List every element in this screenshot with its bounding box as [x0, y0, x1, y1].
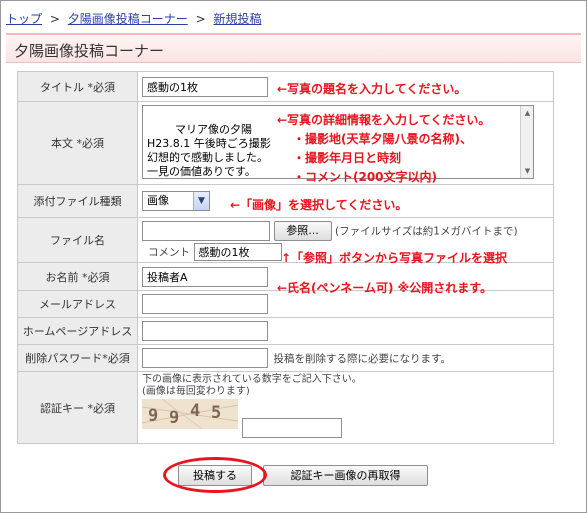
page-title: 夕陽画像投稿コーナー: [14, 42, 165, 60]
email-input[interactable]: [142, 294, 268, 314]
breadcrumb: トップ > 夕陽画像投稿コーナー > 新規投稿: [6, 10, 261, 27]
file-path-input[interactable]: [142, 221, 270, 241]
body-scrollbar[interactable]: ▲ ▼: [520, 106, 533, 178]
captcha-digit: 9: [169, 408, 180, 428]
homepage-cell: [137, 317, 554, 345]
file-size-note: (ファイルサイズは約1メガバイトまで): [335, 225, 518, 238]
file-name-label: ファイル名: [17, 217, 138, 263]
title-bar: 夕陽画像投稿コーナー: [6, 33, 581, 63]
chevron-down-icon[interactable]: ▼: [193, 192, 209, 210]
title-input[interactable]: [142, 76, 268, 97]
name-input[interactable]: [142, 266, 268, 287]
refresh-captcha-button[interactable]: 認証キー画像の再取得: [263, 465, 428, 486]
body-annotation-item: ・コメント(200文字以内): [293, 170, 438, 184]
delete-password-cell: 投稿を削除する際に必要になります。: [137, 344, 554, 372]
comment-input[interactable]: [193, 243, 282, 261]
file-row: 参照... (ファイルサイズは約1メガバイトまで): [142, 221, 518, 241]
auth-key-cell: 下の画像に表示されている数字をご記入下さい。 (画像は毎回変わります) 9 9 …: [137, 371, 554, 444]
comment-label: コメント: [148, 246, 190, 259]
title-label: タイトル *必須: [17, 71, 138, 102]
email-label: メールアドレス: [17, 290, 138, 318]
attachment-type-select[interactable]: 画像 ▼: [142, 191, 210, 211]
delete-password-label: 削除パスワード*必須: [17, 344, 138, 372]
captcha-digit: 9: [148, 406, 159, 426]
breadcrumb-separator: >: [195, 12, 206, 26]
body-text: マリア像の夕陽 H23.8.1 午後時ごろ撮影 幻想的で感動しました。 一見の価…: [147, 123, 271, 178]
captcha-image: 9 9 4 5: [142, 399, 238, 429]
attachment-type-selected: 画像: [147, 194, 169, 207]
auth-instruction-line1: 下の画像に表示されている数字をご記入下さい。: [142, 374, 362, 385]
comment-row: コメント: [148, 243, 282, 261]
browse-annotation: ↑「参照」ボタンから写真ファイルを選択: [281, 251, 508, 265]
auth-key-input[interactable]: [242, 418, 342, 438]
breadcrumb-corner-link[interactable]: 夕陽画像投稿コーナー: [68, 12, 188, 26]
title-annotation: ←写真の題名を入力してください。: [277, 82, 467, 96]
submit-highlight-circle: [163, 457, 267, 493]
name-label: お名前 *必須: [17, 262, 138, 291]
attachment-type-label: 添付ファイル種類: [17, 184, 138, 218]
browse-button[interactable]: 参照...: [273, 221, 332, 241]
delete-password-note: 投稿を削除する際に必要になります。: [273, 352, 451, 365]
homepage-label: ホームページアドレス: [17, 317, 138, 345]
body-annotation-item: ・撮影年月日と時刻: [293, 151, 402, 165]
auth-instruction: 下の画像に表示されている数字をご記入下さい。 (画像は毎回変わります): [142, 374, 362, 398]
breadcrumb-new-post-link[interactable]: 新規投稿: [213, 12, 261, 26]
scroll-down-icon[interactable]: ▼: [522, 165, 533, 177]
name-annotation: ←氏名(ペンネーム可) ※公開されます。: [277, 281, 493, 295]
body-annotation: ←写真の詳細情報を入力してください。: [277, 113, 491, 127]
homepage-input[interactable]: [142, 321, 268, 341]
attachment-annotation: ←「画像」を選択してください。: [230, 198, 408, 212]
auth-instruction-line2: (画像は毎回変わります): [142, 386, 250, 397]
delete-password-input[interactable]: [142, 348, 268, 368]
breadcrumb-separator: >: [49, 12, 60, 26]
captcha-digit: 4: [190, 401, 201, 421]
body-label: 本文 *必須: [17, 101, 138, 185]
captcha-digit: 5: [211, 403, 222, 423]
scroll-up-icon[interactable]: ▲: [522, 107, 533, 119]
auth-key-label: 認証キー *必須: [17, 371, 138, 444]
breadcrumb-top-link[interactable]: トップ: [6, 12, 42, 26]
body-annotation-item: ・撮影地(天草夕陽八景の名称)、: [293, 132, 472, 146]
